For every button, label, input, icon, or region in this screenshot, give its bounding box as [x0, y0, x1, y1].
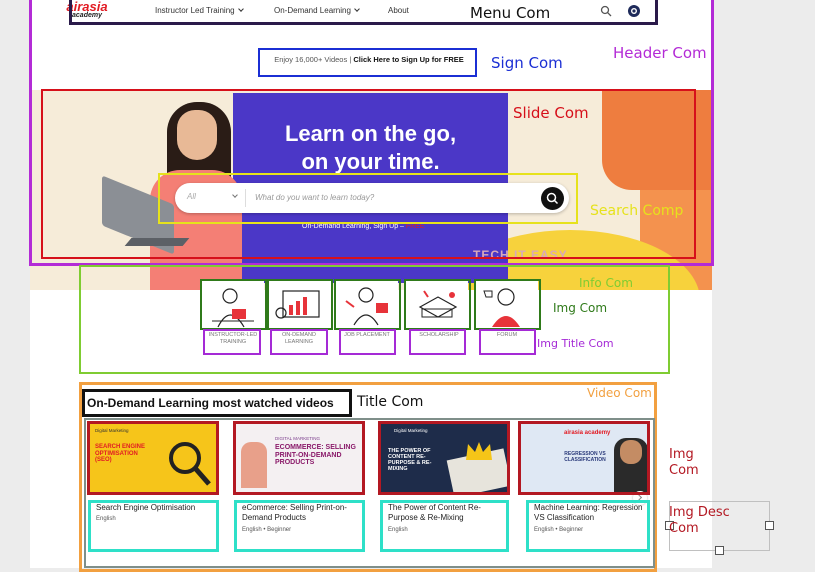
- menu-com-box: [69, 0, 658, 25]
- resize-handle[interactable]: [715, 546, 724, 555]
- img-title-com-box: [409, 329, 466, 355]
- info-com-label: Info Com: [579, 276, 633, 290]
- img-com-box: [378, 421, 510, 495]
- img-desc-com-label: Img Desc: [669, 505, 730, 520]
- img-com-box: [87, 421, 219, 495]
- img-title-com-label: Img Title Com: [537, 337, 614, 350]
- img-com-box: [334, 279, 401, 330]
- video-com-label: Video Com: [587, 386, 652, 400]
- img-com-box: [200, 279, 267, 330]
- img-desc-com-label: Com: [669, 521, 699, 536]
- search-comp-label: Search Comp: [590, 203, 684, 219]
- img-desc-com-box: [380, 500, 509, 552]
- img-com-box: [474, 279, 541, 330]
- sign-com-label: Sign Com: [491, 54, 563, 72]
- img-desc-com-box: [234, 500, 365, 552]
- img-com-label-right: Img: [669, 447, 694, 462]
- slide-com-label: Slide Com: [513, 104, 589, 122]
- img-title-com-box: [479, 329, 536, 355]
- img-title-com-box: [270, 329, 328, 355]
- img-com-box: [267, 279, 333, 330]
- menu-com-label: Menu Com: [470, 4, 551, 22]
- img-desc-com-box: [88, 500, 219, 552]
- sign-com-box: [258, 48, 477, 77]
- title-com-label: Title Com: [357, 394, 424, 410]
- search-comp-box: [158, 173, 578, 224]
- header-com-label: Header Com: [613, 44, 707, 62]
- img-com-box: [404, 279, 471, 330]
- img-com-box: [518, 421, 650, 495]
- img-com-box: [233, 421, 365, 495]
- resize-handle[interactable]: [765, 521, 774, 530]
- img-title-com-box: [339, 329, 396, 355]
- img-com-label-right: Com: [669, 463, 699, 478]
- img-title-com-box: [203, 329, 261, 355]
- img-com-label: Img Com: [553, 301, 608, 315]
- img-desc-com-box: [526, 500, 650, 552]
- title-com-box: [82, 389, 352, 417]
